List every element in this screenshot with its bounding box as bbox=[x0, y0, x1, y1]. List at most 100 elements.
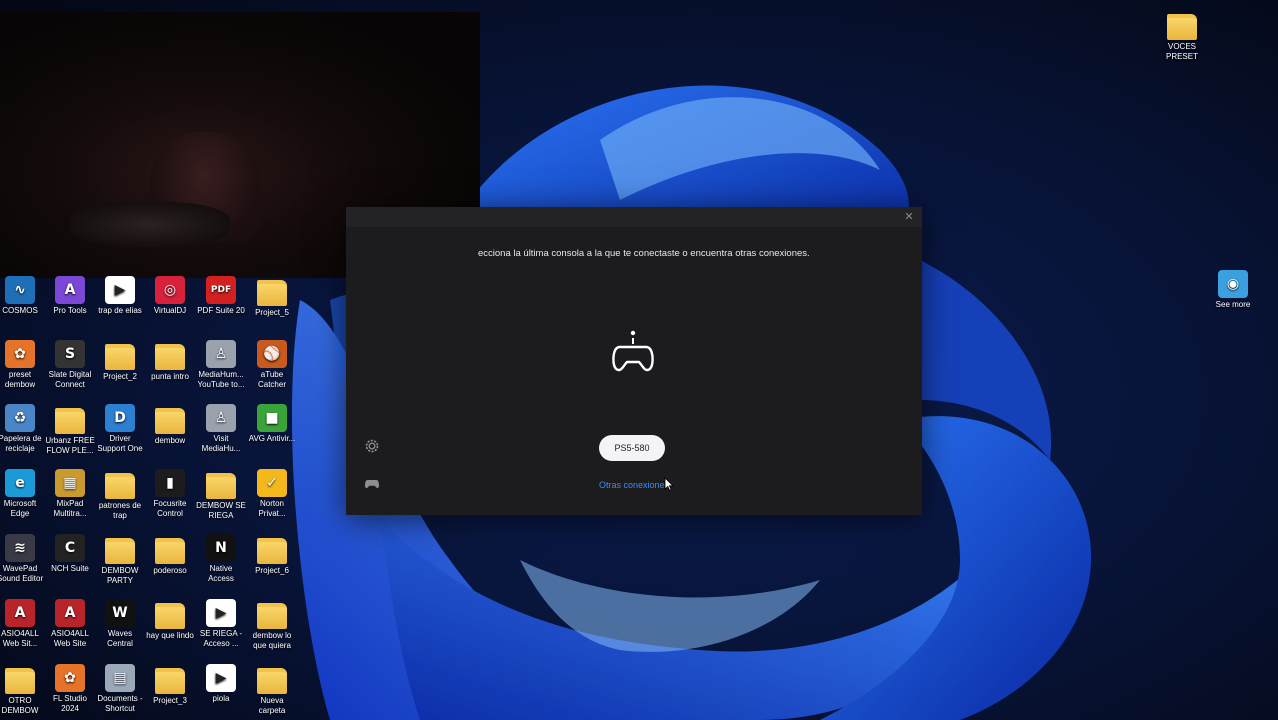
desktop-icon-label: ASIO4ALL Web Site bbox=[51, 629, 89, 648]
recycle-bin-icon: ♻ bbox=[5, 404, 35, 432]
desktop-icon-urbanz-free-flow-ple[interactable]: Urbanz FREE FLOW PLE... bbox=[45, 404, 95, 456]
desktop-icon-label: Nueva carpeta bbox=[258, 696, 286, 715]
folder-icon bbox=[206, 473, 236, 499]
folder-icon bbox=[155, 408, 185, 434]
fl-studio-icon: ✿ bbox=[5, 340, 35, 368]
folder-icon bbox=[257, 538, 287, 564]
folder-icon bbox=[105, 538, 135, 564]
desktop-icon-label: AVG Antivir... bbox=[248, 434, 296, 443]
desktop-icon-asio4all-web-sit[interactable]: A ASIO4ALL Web Sit... bbox=[0, 599, 45, 649]
desktop-icon-cosmos[interactable]: ∿ COSMOS bbox=[0, 276, 45, 316]
desktop-icon-asio4all-web-site[interactable]: A ASIO4ALL Web Site bbox=[45, 599, 95, 649]
norton-icon: ✓ bbox=[257, 469, 287, 497]
desktop-icon-label: FL Studio 2024 bbox=[53, 694, 87, 713]
desktop-icon-native-access[interactable]: N Native Access bbox=[196, 534, 246, 584]
console-button[interactable]: PS5-580 bbox=[599, 435, 665, 461]
window-titlebar[interactable]: ✕ bbox=[346, 207, 922, 227]
globe-icon: ◉ bbox=[1218, 270, 1248, 298]
desktop-icon-voces-preset[interactable]: VOCES PRESET bbox=[1157, 10, 1207, 62]
desktop-icon-label: OTRO DEMBOW bbox=[1, 696, 39, 715]
desktop-icon-virtualdj[interactable]: ◎ VirtualDJ bbox=[145, 276, 195, 316]
folder-icon bbox=[257, 603, 287, 629]
gamepad-icon[interactable] bbox=[364, 475, 380, 491]
desktop-icon-project-5[interactable]: Project_5 bbox=[247, 276, 297, 318]
desktop-icon-nch-suite[interactable]: C NCH Suite bbox=[45, 534, 95, 574]
folder-icon bbox=[55, 408, 85, 434]
close-icon[interactable]: ✕ bbox=[902, 210, 916, 224]
desktop-icon-project-6[interactable]: Project_6 bbox=[247, 534, 297, 576]
desktop-icon-label: poderoso bbox=[153, 566, 187, 575]
desktop-icon-label: Project_6 bbox=[255, 566, 289, 575]
folder-icon bbox=[257, 668, 287, 694]
desktop-icon-label: SE RIEGA - Acceso ... bbox=[199, 629, 243, 648]
edge-icon: e bbox=[5, 469, 35, 497]
instruction-text: ecciona la última consola a la que te co… bbox=[478, 248, 810, 259]
desktop-icon-patrones-de-trap[interactable]: patrones de trap bbox=[95, 469, 145, 521]
desktop-icon-dembow-lo-que-quiera[interactable]: dembow lo que quiera bbox=[247, 599, 297, 651]
desktop-icon-dembow[interactable]: dembow bbox=[145, 404, 195, 446]
desktop-icon-project-2[interactable]: Project_2 bbox=[95, 340, 145, 382]
desktop-icon-see-more[interactable]: ◉ See more bbox=[1208, 270, 1258, 310]
focusrite-icon: ▮ bbox=[155, 469, 185, 497]
folder-icon bbox=[155, 538, 185, 564]
desktop-icon-avg-antivir[interactable]: ■ AVG Antivir... bbox=[247, 404, 297, 444]
desktop-icon-slate-digital-connect[interactable]: S Slate Digital Connect bbox=[45, 340, 95, 390]
gear-icon[interactable] bbox=[364, 438, 380, 454]
desktop-icon-dembow-se-riega[interactable]: DEMBOW SE RIEGA bbox=[196, 469, 246, 521]
desktop-icon-documents-shortcut[interactable]: ▤ Documents - Shortcut bbox=[95, 664, 145, 714]
desktop-icon-label: Project_3 bbox=[153, 696, 187, 705]
folder-icon bbox=[1167, 14, 1197, 40]
mouse-cursor-icon bbox=[664, 477, 674, 491]
desktop-icon-label: VOCES PRESET bbox=[1165, 42, 1198, 61]
desktop-icon-mixpad-multitra[interactable]: ▦ MixPad Multitra... bbox=[45, 469, 95, 519]
desktop-icon-fl-studio-2024[interactable]: ✿ FL Studio 2024 bbox=[45, 664, 95, 714]
folder-icon bbox=[155, 603, 185, 629]
desktop-icon-dembow-party[interactable]: DEMBOW PARTY bbox=[95, 534, 145, 586]
wavepad-icon: ≋ bbox=[5, 534, 35, 562]
desktop-icon-pdf-suite-20[interactable]: PDF PDF Suite 20 bbox=[196, 276, 246, 316]
folder-icon bbox=[257, 280, 287, 306]
folder-icon bbox=[5, 668, 35, 694]
desktop-icon-papelera-de-reciclaje[interactable]: ♻ Papelera de reciclaje bbox=[0, 404, 45, 454]
desktop-icon-label: Driver Support One bbox=[97, 434, 143, 453]
desktop-icon-hay-que-lindo[interactable]: hay que lindo bbox=[145, 599, 195, 641]
play-file-icon: ▶ bbox=[206, 664, 236, 692]
desktop-icon-label: Documents - Shortcut bbox=[97, 694, 143, 713]
desktop-icon-poderoso[interactable]: poderoso bbox=[145, 534, 195, 576]
desktop-icon-trap-de-elias[interactable]: ▶ trap de elias bbox=[95, 276, 145, 316]
desktop-icon-label: dembow lo que quiera bbox=[252, 631, 292, 650]
desktop-icon-label: Pro Tools bbox=[53, 306, 87, 315]
desktop-icon-label: Project_2 bbox=[103, 372, 137, 381]
desktop-icon-project-3[interactable]: Project_3 bbox=[145, 664, 195, 706]
desktop-icon-label: WavePad Sound Editor bbox=[0, 564, 44, 583]
desktop-icon-label: punta intro bbox=[151, 372, 189, 381]
desktop-icon-atube-catcher[interactable]: ⚾ aTube Catcher bbox=[247, 340, 297, 390]
desktop-icon-mediahum-youtube-to[interactable]: ♙ MediaHum... YouTube to... bbox=[196, 340, 246, 390]
desktop-icon-microsoft-edge[interactable]: e Microsoft Edge bbox=[0, 469, 45, 519]
desktop-icon-label: patrones de trap bbox=[98, 501, 142, 520]
play-file-icon: ▶ bbox=[105, 276, 135, 304]
desktop-icon-punta-intro[interactable]: punta intro bbox=[145, 340, 195, 382]
desktop-icon-norton-privat[interactable]: ✓ Norton Privat... bbox=[247, 469, 297, 519]
folder-icon bbox=[155, 344, 185, 370]
desktop-icon-visit-mediahu[interactable]: ♙ Visit MediaHu... bbox=[196, 404, 246, 454]
desktop-icon-focusrite-control[interactable]: ▮ Focusrite Control bbox=[145, 469, 195, 519]
desktop-icon-preset-dembow[interactable]: ✿ preset dembow bbox=[0, 340, 45, 390]
desktop-icon-otro-dembow[interactable]: OTRO DEMBOW bbox=[0, 664, 45, 716]
desktop-icon-wavepad-sound-editor[interactable]: ≋ WavePad Sound Editor bbox=[0, 534, 45, 584]
desktop-icon-label: Urbanz FREE FLOW PLE... bbox=[45, 436, 95, 455]
virtualdj-icon: ◎ bbox=[155, 276, 185, 304]
desktop-icon-label: COSMOS bbox=[2, 306, 38, 315]
desktop-icon-driver-support-one[interactable]: D Driver Support One bbox=[95, 404, 145, 454]
desktop-icon-piola[interactable]: ▶ piola bbox=[196, 664, 246, 704]
pdf-icon: PDF bbox=[206, 276, 236, 304]
desktop-icon-label: hay que lindo bbox=[146, 631, 194, 640]
desktop-icon-label: DEMBOW SE RIEGA bbox=[196, 501, 246, 520]
desktop-icon-se-riega-acceso[interactable]: ▶ SE RIEGA - Acceso ... bbox=[196, 599, 246, 649]
asio-icon: A bbox=[5, 599, 35, 627]
desktop-icon-pro-tools[interactable]: A Pro Tools bbox=[45, 276, 95, 316]
desktop-icon-nueva-carpeta[interactable]: Nueva carpeta bbox=[247, 664, 297, 716]
desktop-icon-label: NCH Suite bbox=[51, 564, 89, 573]
desktop-icon-label: Microsoft Edge bbox=[3, 499, 37, 518]
desktop-icon-waves-central[interactable]: W Waves Central bbox=[95, 599, 145, 649]
